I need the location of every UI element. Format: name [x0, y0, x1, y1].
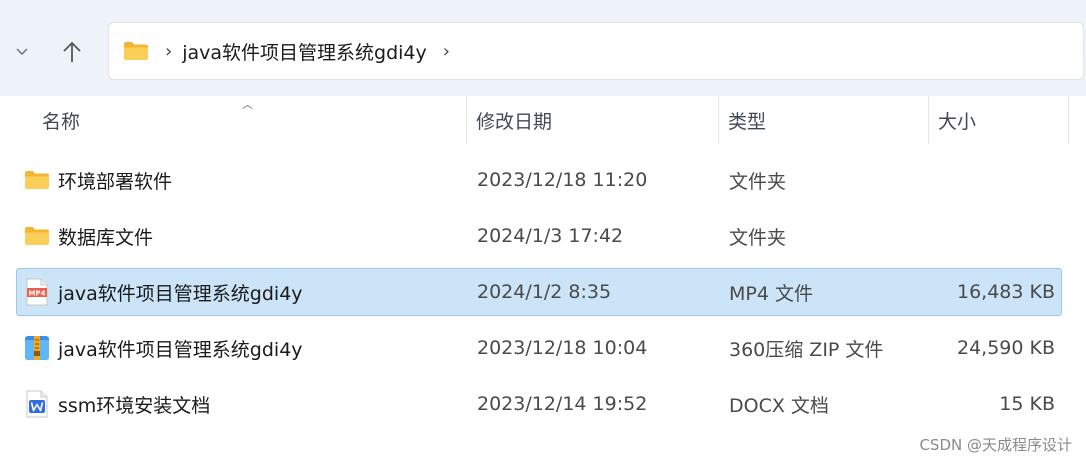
recent-locations-button[interactable]: [8, 38, 36, 66]
file-type: MP4 文件: [729, 282, 813, 305]
file-row[interactable]: ssm环境安装文档 2023/12/14 19:52 DOCX 文档 15 KB: [16, 380, 1062, 428]
breadcrumb-chevron-icon[interactable]: ›: [443, 41, 450, 62]
column-divider[interactable]: [718, 96, 719, 144]
column-header-date-modified[interactable]: 修改日期: [476, 96, 718, 144]
up-button[interactable]: [54, 34, 90, 70]
file-name: java软件项目管理系统gdi4y: [58, 338, 303, 361]
file-type: 360压缩 ZIP 文件: [729, 338, 884, 361]
file-date-modified: 2023/12/18 10:04: [477, 337, 648, 359]
file-date-modified: 2024/1/2 8:35: [477, 281, 612, 303]
watermark: CSDN @天成程序设计: [919, 436, 1072, 454]
file-date-modified: 2023/12/14 19:52: [477, 393, 648, 415]
file-name: ssm环境安装文档: [58, 394, 211, 417]
sort-ascending-icon: ︿: [242, 98, 253, 111]
breadcrumb-chevron-icon[interactable]: ›: [165, 41, 172, 62]
file-type: 文件夹: [729, 170, 787, 193]
folder-icon: [123, 40, 151, 62]
docx-file-icon: [23, 381, 51, 427]
column-divider[interactable]: [1068, 96, 1069, 144]
folder-icon: [23, 213, 51, 259]
navigation-bar: › java软件项目管理系统gdi4y ›: [0, 0, 1086, 96]
file-name: 环境部署软件: [58, 170, 173, 193]
file-date-modified: 2023/12/18 11:20: [477, 169, 648, 191]
column-header-type[interactable]: 类型: [728, 96, 928, 144]
column-divider[interactable]: [928, 96, 929, 144]
column-divider[interactable]: [466, 96, 467, 144]
file-type: DOCX 文档: [729, 394, 829, 417]
file-size: 24,590 KB: [956, 337, 1055, 359]
file-name: 数据库文件: [58, 226, 154, 249]
column-header-row: 名称 修改日期 类型 大小: [0, 96, 1086, 144]
folder-icon: [23, 157, 51, 203]
file-row[interactable]: 环境部署软件 2023/12/18 11:20 文件夹: [16, 156, 1062, 204]
column-header-size[interactable]: 大小: [938, 96, 1068, 144]
breadcrumb-current-folder[interactable]: java软件项目管理系统gdi4y: [182, 38, 427, 65]
address-bar[interactable]: › java软件项目管理系统gdi4y ›: [108, 22, 1084, 80]
file-name: java软件项目管理系统gdi4y: [58, 282, 303, 305]
zip-archive-icon: [23, 325, 51, 371]
file-row[interactable]: MP4 java软件项目管理系统gdi4y 2024/1/2 8:35 MP4 …: [16, 268, 1062, 316]
column-header-name[interactable]: 名称: [42, 96, 466, 144]
file-size: [917, 157, 1055, 203]
file-size: [917, 213, 1055, 259]
file-row[interactable]: java软件项目管理系统gdi4y 2023/12/18 10:04 360压缩…: [16, 324, 1062, 372]
file-size: 16,483 KB: [956, 281, 1055, 303]
file-date-modified: 2024/1/3 17:42: [477, 225, 624, 247]
file-row[interactable]: 数据库文件 2024/1/3 17:42 文件夹: [16, 212, 1062, 260]
arrow-up-icon: [63, 41, 81, 62]
file-type: 文件夹: [729, 226, 787, 249]
mp4-file-icon: MP4: [23, 269, 51, 315]
chevron-down-icon: [16, 48, 28, 55]
svg-text:MP4: MP4: [29, 290, 46, 298]
file-size: 15 KB: [999, 393, 1055, 415]
